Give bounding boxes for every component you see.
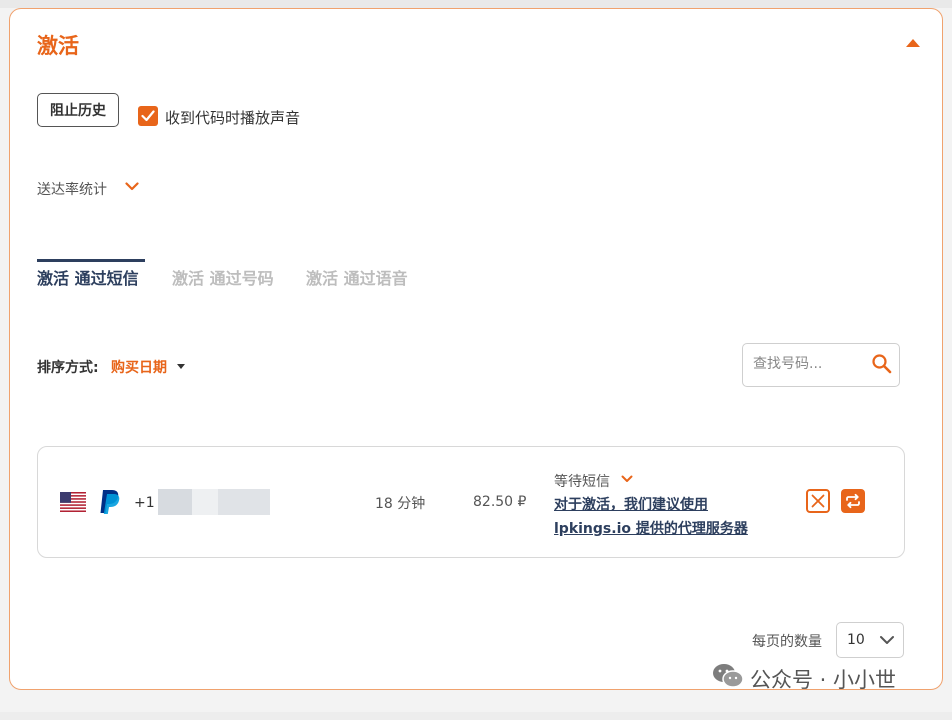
check-icon xyxy=(141,110,155,122)
tab-number[interactable]: 激活 通过号码 xyxy=(172,265,274,289)
search-icon[interactable] xyxy=(871,353,893,375)
panel-title: 激活 xyxy=(37,34,79,58)
chevron-down-icon[interactable] xyxy=(621,475,633,483)
repeat-activation-button[interactable] xyxy=(841,489,865,513)
watermark-text: 公众号 · 小小世 xyxy=(750,668,897,692)
tab-sms[interactable]: 激活 通过短信 xyxy=(37,265,139,289)
search-input[interactable] xyxy=(753,356,863,372)
phone-blur xyxy=(218,489,270,515)
us-flag-icon xyxy=(60,492,86,512)
block-history-button[interactable]: 阻止历史 xyxy=(37,93,119,127)
activation-duration: 18 分钟 xyxy=(375,496,426,512)
top-bar xyxy=(0,0,952,8)
cancel-activation-button[interactable] xyxy=(806,489,830,513)
phone-blur xyxy=(192,489,218,515)
per-page-select[interactable]: 10 xyxy=(836,622,904,658)
wechat-icon xyxy=(713,664,744,688)
sound-checkbox-label: 收到代码时播放声音 xyxy=(165,109,301,127)
sort-label: 排序方式: xyxy=(37,360,99,376)
active-tab-indicator xyxy=(37,259,145,262)
repeat-icon xyxy=(846,493,860,509)
paypal-icon xyxy=(100,490,120,514)
tab-voice[interactable]: 激活 通过语音 xyxy=(306,265,408,289)
activation-row: +1 ( 18 分钟 82.50 ₽ 等待短信 对于激活，我们建议使用 lpki… xyxy=(37,446,905,558)
caret-down-icon[interactable] xyxy=(177,364,185,369)
collapse-caret-icon[interactable] xyxy=(906,39,920,47)
chevron-down-icon xyxy=(880,636,894,644)
activation-status[interactable]: 等待短信 xyxy=(554,471,610,491)
bottom-bar xyxy=(0,712,952,720)
search-field xyxy=(742,343,900,387)
proxy-recommendation-link[interactable]: 对于激活，我们建议使用 lpkings.io 提供的代理服务器 xyxy=(554,493,774,541)
delivery-stats-toggle[interactable]: 送达率统计 xyxy=(37,179,107,199)
watermark: 公众号 · 小小世 xyxy=(712,660,952,696)
activation-price: 82.50 ₽ xyxy=(473,494,527,510)
per-page-value: 10 xyxy=(847,632,865,648)
close-icon xyxy=(811,494,825,508)
per-page-label: 每页的数量 xyxy=(752,634,822,650)
activation-panel: 激活 阻止历史 收到代码时播放声音 送达率统计 激活 通过短信 激活 通过号码 … xyxy=(9,8,943,690)
phone-blur xyxy=(158,489,192,515)
sort-dropdown[interactable]: 购买日期 xyxy=(111,357,167,377)
sound-checkbox[interactable] xyxy=(138,106,158,126)
chevron-down-icon[interactable] xyxy=(125,182,139,191)
